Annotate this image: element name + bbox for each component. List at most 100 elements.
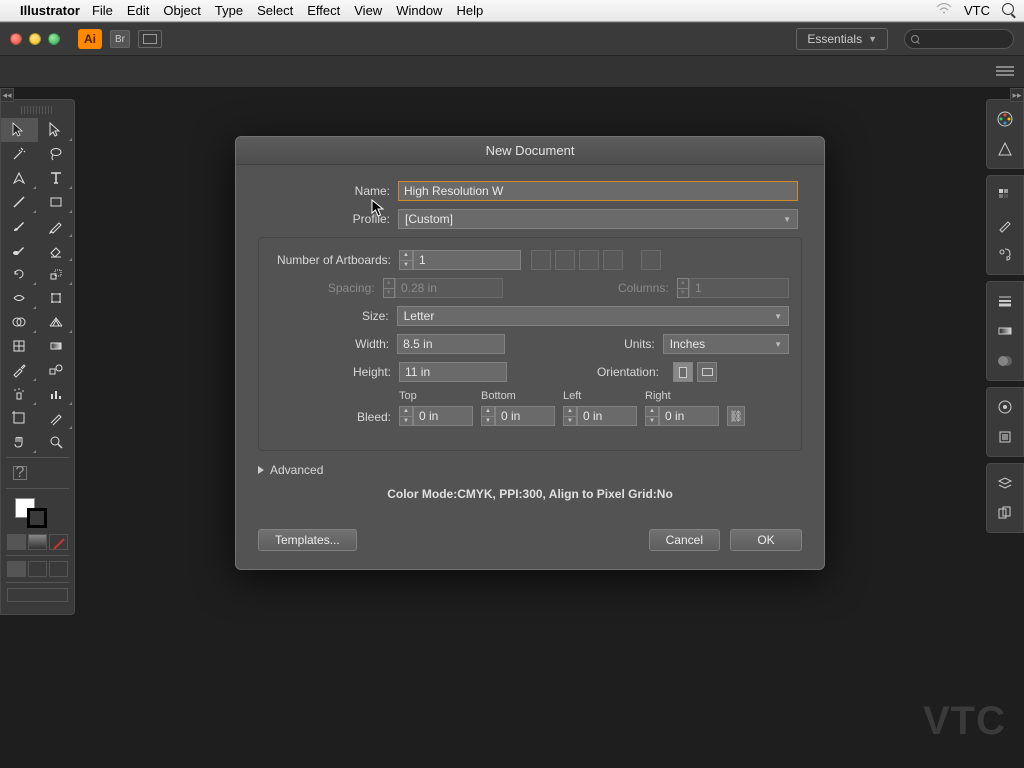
left-panel-collapse[interactable]: ◂◂	[0, 88, 14, 102]
ok-button[interactable]: OK	[730, 529, 802, 551]
brushes-panel-icon[interactable]	[987, 210, 1023, 240]
bleed-left-input[interactable]	[577, 406, 637, 426]
tools-grip[interactable]	[21, 106, 54, 114]
eraser-tool[interactable]	[38, 238, 75, 262]
hand-tool[interactable]	[1, 430, 38, 454]
screen-mode-icon[interactable]	[7, 588, 68, 602]
bleed-right-stepper[interactable]: ▲▼	[645, 406, 659, 426]
lasso-tool[interactable]	[38, 142, 75, 166]
color-gradient-icon[interactable]	[28, 534, 47, 550]
color-solid-icon[interactable]	[7, 534, 26, 550]
bleed-top-stepper[interactable]: ▲▼	[399, 406, 413, 426]
wifi-icon[interactable]	[936, 3, 952, 18]
pencil-tool[interactable]	[38, 214, 75, 238]
zoom-tool[interactable]	[38, 430, 75, 454]
symbol-sprayer-tool[interactable]	[1, 382, 38, 406]
blend-tool[interactable]	[38, 358, 75, 382]
column-graph-tool[interactable]	[38, 382, 75, 406]
artboard-tool[interactable]	[1, 406, 38, 430]
bleed-left-stepper[interactable]: ▲▼	[563, 406, 577, 426]
minimize-window-button[interactable]	[29, 33, 41, 45]
menu-effect[interactable]: Effect	[307, 3, 340, 18]
rotate-tool[interactable]	[1, 262, 38, 286]
menu-window[interactable]: Window	[396, 3, 442, 18]
free-transform-tool[interactable]	[38, 286, 75, 310]
right-panel-collapse[interactable]: ▸▸	[1010, 88, 1024, 102]
menu-object[interactable]: Object	[163, 3, 201, 18]
landscape-button[interactable]	[697, 362, 717, 382]
bleed-top-input[interactable]	[413, 406, 473, 426]
color-none-icon[interactable]	[49, 534, 68, 550]
height-input[interactable]	[399, 362, 507, 382]
artboard-direction-icon[interactable]	[641, 250, 661, 270]
draw-inside-icon[interactable]	[49, 561, 68, 577]
zoom-window-button[interactable]	[48, 33, 60, 45]
menu-edit[interactable]: Edit	[127, 3, 149, 18]
stroke-swatch[interactable]	[27, 508, 47, 528]
bridge-button[interactable]: Br	[110, 30, 130, 48]
pen-tool[interactable]	[1, 166, 38, 190]
draw-normal-icon[interactable]	[7, 561, 26, 577]
artboards-stepper[interactable]: ▲▼	[399, 250, 413, 270]
gradient-panel-icon[interactable]	[987, 316, 1023, 346]
workspace-switcher[interactable]: Essentials ▼	[796, 28, 888, 50]
menu-help[interactable]: Help	[456, 3, 483, 18]
shape-builder-tool[interactable]	[1, 310, 38, 334]
type-tool[interactable]	[38, 166, 75, 190]
search-input[interactable]	[904, 29, 1014, 49]
unknown-tool[interactable]: ?	[1, 461, 74, 485]
paintbrush-tool[interactable]	[1, 214, 38, 238]
advanced-disclosure[interactable]: Advanced	[258, 463, 802, 477]
artboards-panel-icon[interactable]	[987, 498, 1023, 528]
graphic-styles-panel-icon[interactable]	[987, 422, 1023, 452]
artboard-grid-by-col-icon[interactable]	[555, 250, 575, 270]
units-select[interactable]: Inches	[663, 334, 789, 354]
bleed-link-button[interactable]: ⛓	[727, 406, 745, 426]
menu-view[interactable]: View	[354, 3, 382, 18]
symbols-panel-icon[interactable]	[987, 240, 1023, 270]
size-select[interactable]: Letter	[397, 306, 789, 326]
color-panel-icon[interactable]	[987, 104, 1023, 134]
menu-type[interactable]: Type	[215, 3, 243, 18]
artboard-row-ltr-icon[interactable]	[579, 250, 599, 270]
eyedropper-tool[interactable]	[1, 358, 38, 382]
fill-stroke-swatch[interactable]	[1, 492, 74, 532]
menu-file[interactable]: File	[92, 3, 113, 18]
blob-brush-tool[interactable]	[1, 238, 38, 262]
scale-tool[interactable]	[38, 262, 75, 286]
width-tool[interactable]	[1, 286, 38, 310]
bleed-bottom-input[interactable]	[495, 406, 555, 426]
transparency-panel-icon[interactable]	[987, 346, 1023, 376]
portrait-button[interactable]	[673, 362, 693, 382]
bleed-bottom-stepper[interactable]: ▲▼	[481, 406, 495, 426]
screen-mode[interactable]	[1, 586, 74, 608]
user-label[interactable]: VTC	[964, 3, 990, 18]
spotlight-icon[interactable]	[1002, 3, 1014, 18]
cancel-button[interactable]: Cancel	[649, 529, 720, 551]
color-guide-panel-icon[interactable]	[987, 134, 1023, 164]
artboard-row-rtl-icon[interactable]	[603, 250, 623, 270]
line-tool[interactable]	[1, 190, 38, 214]
draw-behind-icon[interactable]	[28, 561, 47, 577]
stroke-panel-icon[interactable]	[987, 286, 1023, 316]
width-input[interactable]	[397, 334, 505, 354]
slice-tool[interactable]	[38, 406, 75, 430]
rectangle-tool[interactable]	[38, 190, 75, 214]
magic-wand-tool[interactable]	[1, 142, 38, 166]
appearance-panel-icon[interactable]	[987, 392, 1023, 422]
gradient-tool[interactable]	[38, 334, 75, 358]
name-input[interactable]	[398, 181, 798, 201]
templates-button[interactable]: Templates...	[258, 529, 357, 551]
arrange-documents-button[interactable]	[138, 30, 162, 48]
direct-selection-tool[interactable]	[38, 118, 75, 142]
menu-select[interactable]: Select	[257, 3, 293, 18]
mesh-tool[interactable]	[1, 334, 38, 358]
artboard-grid-by-row-icon[interactable]	[531, 250, 551, 270]
control-bar-menu-icon[interactable]	[996, 66, 1014, 78]
artboards-input[interactable]	[413, 250, 521, 270]
close-window-button[interactable]	[10, 33, 22, 45]
profile-select[interactable]: [Custom]	[398, 209, 798, 229]
swatches-panel-icon[interactable]	[987, 180, 1023, 210]
layers-panel-icon[interactable]	[987, 468, 1023, 498]
selection-tool[interactable]	[1, 118, 38, 142]
